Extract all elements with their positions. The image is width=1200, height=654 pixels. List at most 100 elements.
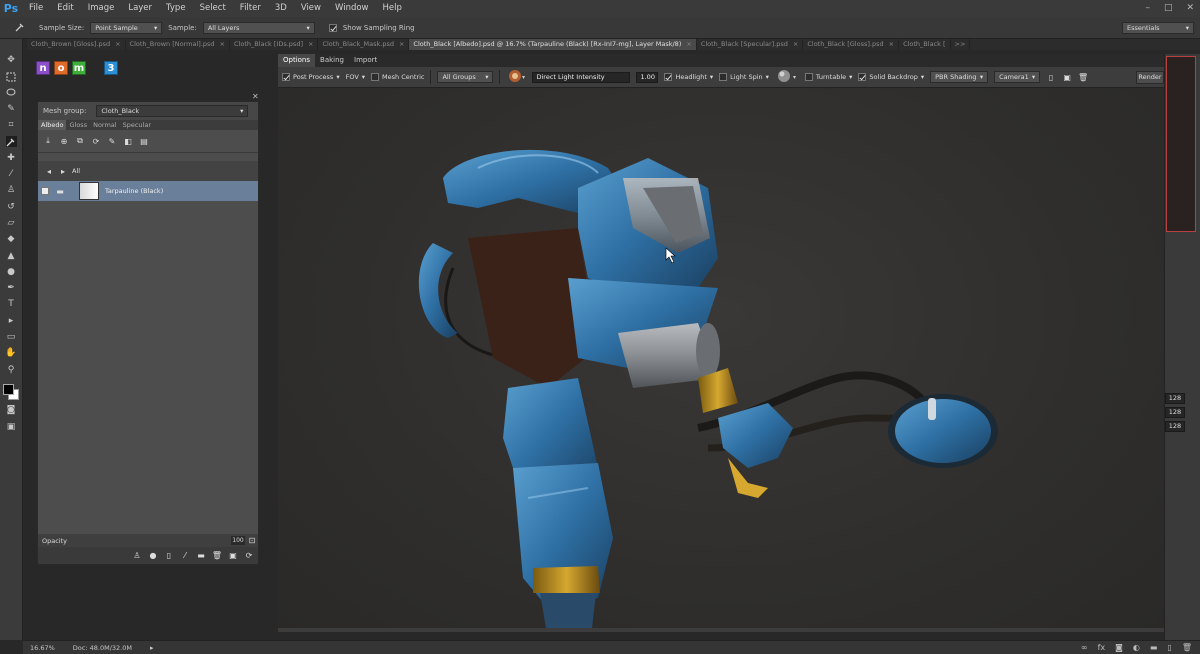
tab-options[interactable]: Options — [278, 54, 316, 67]
3d-viewport[interactable]: Options Baking Import Post Process ▾ FOV ▾… — [278, 54, 1164, 632]
arrow-right-icon[interactable]: ▸ — [58, 166, 68, 176]
light-spin-toggle[interactable]: Light Spin ▾ — [719, 73, 769, 81]
status-menu-arrow-icon[interactable]: ▸ — [150, 644, 154, 652]
doc-tab[interactable]: Cloth_Brown [Normal].psd × — [126, 39, 230, 50]
brush-icon[interactable]: ✎ — [107, 136, 117, 146]
sample-select[interactable]: All Layers ▾ — [202, 21, 315, 34]
close-window-icon[interactable]: ✕ — [1186, 3, 1194, 13]
tab-baking[interactable]: Baking — [315, 54, 349, 67]
doc-tab-active[interactable]: Cloth_Black [Albedo].psd @ 16.7% (Tarpau… — [409, 39, 697, 50]
quick-mask-icon[interactable]: ◙ — [6, 405, 17, 416]
tab-import[interactable]: Import — [349, 54, 382, 67]
save-icon[interactable]: ▣ — [1062, 72, 1072, 82]
doc-tab[interactable]: Cloth_Black_Mask.psd × — [318, 39, 410, 50]
horizontal-scrollbar[interactable] — [278, 628, 1164, 632]
doc-tab[interactable]: Cloth_Black [ — [899, 39, 951, 50]
eyedropper-tool-preset-icon[interactable] — [14, 22, 25, 33]
opacity-reset-icon[interactable]: ⊡ — [247, 536, 257, 546]
hand-tool-icon[interactable]: ✋ — [5, 348, 16, 359]
light-probe-icon[interactable]: ▾ — [506, 69, 526, 85]
menu-help[interactable]: Help — [376, 0, 409, 17]
circle-icon[interactable]: ● — [148, 551, 158, 561]
eyedropper-tool-icon[interactable] — [5, 136, 17, 148]
refresh-icon[interactable]: ⟳ — [91, 136, 101, 146]
layer-visibility-checkbox[interactable] — [41, 187, 49, 195]
environment-sphere-icon[interactable]: ▾ — [775, 69, 799, 85]
plugin-badge-3[interactable]: 3 — [104, 61, 118, 75]
maximize-icon[interactable]: □ — [1164, 3, 1173, 13]
solid-backdrop-toggle[interactable]: Solid Backdrop ▾ — [858, 73, 924, 81]
fov-dropdown[interactable]: FOV ▾ — [346, 73, 365, 81]
value-field[interactable]: 128 — [1165, 393, 1185, 404]
groups-select[interactable]: All Groups ▾ — [437, 71, 494, 83]
eraser-tool-icon[interactable]: ▱ — [6, 218, 17, 229]
save-icon[interactable]: ▣ — [228, 551, 238, 561]
opacity-input[interactable]: 100 — [231, 536, 245, 545]
light-intensity-value[interactable]: 1.00 — [636, 71, 659, 83]
tab-normal[interactable]: Normal — [90, 120, 120, 130]
direct-light-intensity-field[interactable]: Direct Light Intensity — [532, 71, 631, 83]
doc-tab[interactable]: Cloth_Black [IDs.psd] × — [230, 39, 319, 50]
show-sampling-ring-checkbox[interactable] — [328, 23, 337, 32]
history-brush-tool-icon[interactable]: ↺ — [6, 202, 17, 213]
plugin-badge-n[interactable]: n — [36, 61, 50, 75]
3d-model-render[interactable] — [278, 88, 1164, 632]
tab-overflow-button[interactable]: >> — [951, 39, 971, 50]
reload-icon[interactable]: ⟳ — [244, 551, 254, 561]
doc-tab[interactable]: Cloth_Black [Gloss].psd × — [803, 39, 900, 50]
close-icon[interactable]: × — [308, 39, 313, 50]
menu-file[interactable]: File — [22, 0, 50, 17]
duplicate-icon[interactable]: ⧉ — [75, 136, 85, 146]
path-selection-tool-icon[interactable]: ▸ — [6, 316, 17, 327]
menu-3d[interactable]: 3D — [268, 0, 294, 17]
close-icon[interactable]: × — [115, 39, 120, 50]
tab-specular[interactable]: Specular — [120, 120, 154, 130]
turntable-toggle[interactable]: Turntable ▾ — [804, 73, 852, 81]
workspace-select[interactable]: Essentials ▾ — [1122, 22, 1194, 34]
fx-icon[interactable]: fx — [1098, 643, 1106, 652]
close-icon[interactable]: × — [686, 39, 691, 50]
screen-mode-icon[interactable]: ▣ — [6, 422, 17, 433]
doc-tab[interactable]: Cloth_Black [Specular].psd × — [697, 39, 804, 50]
plugin-badge-o[interactable]: o — [54, 61, 68, 75]
type-tool-icon[interactable]: T — [6, 299, 17, 310]
render-button[interactable]: Render — [1136, 71, 1164, 84]
healing-brush-tool-icon[interactable]: ✚ — [6, 153, 17, 164]
stamp-icon[interactable]: ♙ — [132, 551, 142, 561]
crop-tool-icon[interactable]: ⌗ — [6, 120, 17, 131]
foreground-color-swatch[interactable] — [3, 383, 14, 395]
arrow-left-icon[interactable]: ◂ — [44, 166, 54, 176]
close-icon[interactable]: × — [220, 39, 225, 50]
mesh-group-select[interactable]: Cloth_Black ▾ — [96, 105, 249, 117]
value-field[interactable]: 128 — [1165, 421, 1185, 432]
trash-icon[interactable]: 🗑 — [1182, 643, 1192, 652]
sample-size-select[interactable]: Point Sample ▾ — [90, 21, 163, 34]
minimize-icon[interactable]: – — [1145, 3, 1150, 13]
layer-row-selected[interactable]: ▬ Tarpauline (Black) — [38, 181, 258, 201]
value-field[interactable]: 128 — [1165, 407, 1185, 418]
folder-stack-icon[interactable]: ▤ — [139, 136, 149, 146]
paint-bucket-tool-icon[interactable]: ◆ — [6, 234, 17, 245]
menu-select[interactable]: Select — [193, 0, 233, 17]
close-icon[interactable]: × — [889, 39, 894, 50]
menu-filter[interactable]: Filter — [233, 0, 268, 17]
mask-icon[interactable]: ◧ — [123, 136, 133, 146]
close-icon[interactable]: ✕ — [252, 92, 259, 101]
tab-gloss[interactable]: Gloss — [66, 120, 90, 130]
new-page-icon[interactable]: ▯ — [164, 551, 174, 561]
brush-tool-icon[interactable]: ⁄ — [6, 169, 17, 180]
color-swatches[interactable] — [3, 383, 19, 400]
menu-edit[interactable]: Edit — [50, 0, 80, 17]
close-icon[interactable]: × — [793, 39, 798, 50]
add-layer-icon[interactable]: ⊕ — [59, 136, 69, 146]
mesh-centric-toggle[interactable]: Mesh Centric — [371, 73, 424, 81]
trash-icon[interactable]: 🗑 — [212, 551, 222, 561]
menu-image[interactable]: Image — [81, 0, 122, 17]
adjustment-icon[interactable]: ◐ — [1133, 643, 1140, 652]
trash-icon[interactable]: 🗑 — [1078, 72, 1088, 82]
shape-tool-icon[interactable]: ▭ — [6, 332, 17, 343]
marquee-tool-icon[interactable] — [6, 71, 17, 82]
zoom-level[interactable]: 16.67% — [30, 644, 55, 652]
brush-icon[interactable]: ⁄ — [180, 551, 190, 561]
pen-tool-icon[interactable]: ✒ — [6, 283, 17, 294]
